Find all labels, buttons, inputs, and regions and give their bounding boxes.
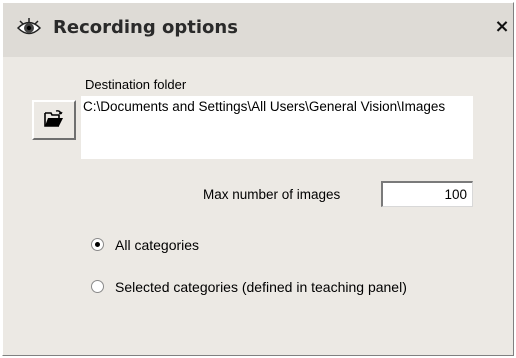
radio-button[interactable]: [91, 238, 104, 251]
dialog-titlebar[interactable]: Recording options ×: [3, 3, 513, 57]
max-images-label: Max number of images: [203, 187, 341, 202]
radio-label: Selected categories (defined in teaching…: [115, 279, 407, 295]
radio-selected-dot: [95, 242, 100, 247]
radio-button[interactable]: [91, 280, 104, 293]
recording-options-dialog: Recording options × Destination folder C…: [2, 2, 514, 356]
max-images-input[interactable]: 100: [381, 181, 473, 207]
destination-folder-label: Destination folder: [85, 77, 187, 92]
open-folder-icon: [44, 110, 63, 127]
destination-path-field[interactable]: C:\Documents and Settings\All Users\Gene…: [81, 96, 473, 159]
dialog-title: Recording options: [53, 17, 238, 38]
eye-icon: [16, 15, 42, 41]
radio-label: All categories: [115, 237, 200, 253]
close-button[interactable]: ×: [493, 17, 511, 37]
browse-folder-button[interactable]: [32, 100, 76, 140]
